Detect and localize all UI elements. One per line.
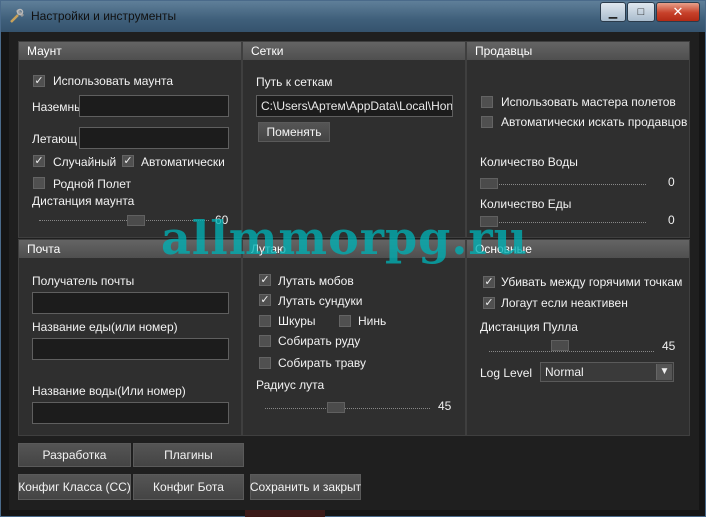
meshes-header: Сетки — [243, 42, 465, 60]
loot-radius-value: 45 — [438, 399, 452, 413]
chevron-down-icon: ▼ — [656, 364, 672, 380]
loot-radius-slider[interactable] — [265, 408, 430, 412]
auto-checkbox[interactable]: ✓ — [122, 155, 134, 167]
water-count-thumb[interactable] — [480, 178, 498, 189]
loot-radius-label: Радиус лута — [256, 378, 325, 392]
flight-master-checkbox[interactable] — [481, 96, 493, 108]
mail-panel: Почта Получатель почты Название еды(или … — [18, 239, 242, 436]
ore-label: Собирать руду — [278, 334, 361, 348]
mount-panel: Маунт ✓ Использовать маунта Наземны Лета… — [18, 41, 242, 238]
kill-hotspots-checkbox[interactable]: ✓ — [483, 276, 495, 288]
mount-header: Маунт — [19, 42, 241, 60]
use-mount-label: Использовать маунта — [53, 74, 174, 88]
flying-mount-label: Летающ — [32, 132, 78, 146]
food-count-label: Количество Еды — [480, 197, 572, 211]
minimize-button[interactable]: ▁ — [600, 2, 626, 22]
log-level-label: Log Level — [480, 366, 533, 380]
nin-checkbox[interactable] — [339, 315, 351, 327]
mail-recipient-label: Получатель почты — [32, 274, 135, 288]
mount-distance-slider[interactable] — [39, 220, 209, 224]
bot-config-button[interactable]: Конфиг Бота — [133, 474, 244, 500]
minimize-icon: ▁ — [608, 6, 618, 19]
title-bar[interactable]: Настройки и инструменты ▁ □ ✕ — [1, 1, 705, 32]
skins-label: Шкуры — [278, 314, 316, 328]
settings-window: Настройки и инструменты ▁ □ ✕ Маунт ✓ Ис… — [0, 0, 706, 517]
water-count-label: Количество Воды — [480, 155, 578, 169]
food-count-value: 0 — [668, 213, 675, 227]
loot-chests-label: Лутать сундуки — [278, 294, 363, 308]
pull-distance-label: Дистанция Пулла — [480, 320, 578, 334]
herbs-label: Собирать траву — [278, 356, 367, 370]
ore-checkbox[interactable] — [259, 335, 271, 347]
log-level-select[interactable]: Normal ▼ — [540, 362, 674, 382]
random-checkbox[interactable]: ✓ — [33, 155, 45, 167]
close-button[interactable]: ✕ — [656, 2, 700, 22]
nin-label: Нинь — [358, 314, 387, 328]
skins-checkbox[interactable] — [259, 315, 271, 327]
loot-chests-checkbox[interactable]: ✓ — [259, 294, 271, 306]
random-label: Случайный — [53, 155, 117, 169]
native-flight-checkbox[interactable] — [33, 177, 45, 189]
auto-label: Автоматически — [141, 155, 225, 169]
change-path-button[interactable]: Поменять — [258, 122, 330, 142]
development-button[interactable]: Разработка — [18, 443, 131, 467]
loot-mobs-checkbox[interactable]: ✓ — [259, 274, 271, 286]
water-name-label: Название воды(Или номер) — [32, 384, 186, 398]
log-level-value: Normal — [545, 365, 584, 379]
maximize-button[interactable]: □ — [627, 2, 655, 22]
mesh-path-label: Путь к сеткам — [256, 75, 333, 89]
water-name-input[interactable] — [32, 402, 229, 424]
vendors-header: Продавцы — [467, 42, 689, 60]
use-mount-checkbox[interactable]: ✓ — [33, 75, 45, 87]
plugins-button[interactable]: Плагины — [133, 443, 244, 467]
auto-vendors-label: Автоматически искать продавцов — [501, 115, 688, 129]
food-name-input[interactable] — [32, 338, 229, 360]
client-area: Маунт ✓ Использовать маунта Наземны Лета… — [9, 32, 699, 510]
maximize-icon: □ — [637, 6, 645, 18]
mount-distance-label: Дистанция маунта — [32, 194, 135, 208]
herbs-checkbox[interactable] — [259, 357, 271, 369]
flight-master-label: Использовать мастера полетов — [501, 95, 676, 109]
food-count-slider[interactable] — [481, 222, 646, 226]
mesh-path-input[interactable]: C:\Users\Артем\AppData\Local\Hon — [256, 95, 453, 117]
loot-header: Лутаю — [243, 240, 465, 258]
mount-distance-value: 60 — [215, 213, 229, 227]
window-title: Настройки и инструменты — [31, 9, 177, 23]
pull-distance-slider[interactable] — [489, 351, 654, 355]
save-close-button[interactable]: Сохранить и закрыт — [250, 474, 361, 500]
mail-recipient-input[interactable] — [32, 292, 229, 314]
ground-mount-label: Наземны — [32, 100, 83, 114]
mount-distance-thumb[interactable] — [127, 215, 145, 226]
general-panel: Основные ✓ Убивать между горячими точкам… — [466, 239, 690, 436]
ground-mount-input[interactable] — [79, 95, 229, 117]
mail-header: Почта — [19, 240, 241, 258]
close-icon: ✕ — [672, 4, 684, 19]
loot-panel: Лутаю ✓ Лутать мобов ✓ Лутать сундуки Шк… — [242, 239, 466, 436]
background-strip — [245, 510, 325, 517]
general-header: Основные — [467, 240, 689, 258]
flying-mount-input[interactable] — [79, 127, 229, 149]
native-flight-label: Родной Полет — [53, 177, 132, 191]
food-name-label: Название еды(или номер) — [32, 320, 178, 334]
meshes-panel: Сетки Путь к сеткам C:\Users\Артем\AppDa… — [242, 41, 466, 238]
food-count-thumb[interactable] — [480, 216, 498, 227]
kill-hotspots-label: Убивать между горячими точкам — [501, 275, 683, 289]
class-config-button[interactable]: Конфиг Класса (CC) — [18, 474, 131, 500]
loot-mobs-label: Лутать мобов — [278, 274, 354, 288]
vendors-panel: Продавцы Использовать мастера полетов Ав… — [466, 41, 690, 238]
water-count-slider[interactable] — [481, 184, 646, 188]
loot-radius-thumb[interactable] — [327, 402, 345, 413]
auto-vendors-checkbox[interactable] — [481, 116, 493, 128]
tools-icon — [10, 8, 25, 23]
pull-distance-value: 45 — [662, 339, 676, 353]
logout-inactive-label: Логаут если неактивен — [501, 296, 628, 310]
pull-distance-thumb[interactable] — [551, 340, 569, 351]
water-count-value: 0 — [668, 175, 675, 189]
logout-inactive-checkbox[interactable]: ✓ — [483, 297, 495, 309]
